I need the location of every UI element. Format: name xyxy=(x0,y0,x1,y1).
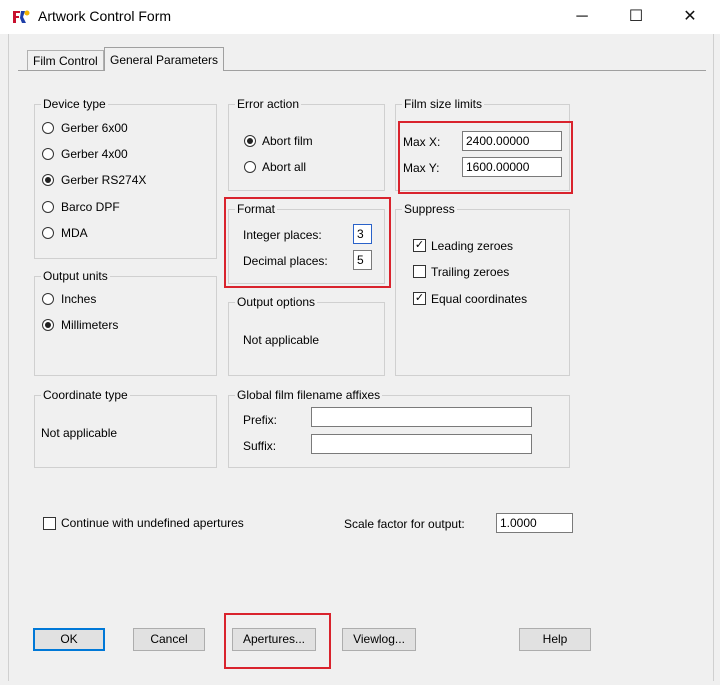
tab-general-parameters[interactable]: General Parameters xyxy=(104,47,225,71)
close-button[interactable]: ✕ xyxy=(668,4,712,30)
radio-gerber-rs274x[interactable] xyxy=(42,174,54,186)
radio-abort-film[interactable] xyxy=(244,135,256,147)
radio-gerber-6x00[interactable] xyxy=(42,122,54,134)
inches-label: Inches xyxy=(61,292,97,306)
global-affixes-label: Global film filename affixes xyxy=(235,388,383,402)
radio-gerber-4x00[interactable] xyxy=(42,148,54,160)
device-type-label: Device type xyxy=(41,97,108,111)
gerber-rs274x-label: Gerber RS274X xyxy=(61,173,147,187)
global-affixes-group: Global film filename affixes xyxy=(228,388,570,468)
prefix-label: Prefix: xyxy=(243,413,278,427)
gerber-4x00-label: Gerber 4x00 xyxy=(61,147,128,161)
continue-undefined-label: Continue with undefined apertures xyxy=(61,516,244,530)
suffix-label: Suffix: xyxy=(243,439,277,453)
error-action-label: Error action xyxy=(235,97,302,111)
radio-inches[interactable] xyxy=(42,293,54,305)
help-button[interactable]: Help xyxy=(519,628,591,651)
trailing-zeroes-label: Trailing zeroes xyxy=(431,265,510,279)
minimize-button[interactable]: ─ xyxy=(560,4,604,30)
maximize-button[interactable]: ☐ xyxy=(614,4,658,30)
viewlog-button[interactable]: Viewlog... xyxy=(342,628,416,651)
highlight-film-size xyxy=(398,121,573,194)
window-title: Artwork Control Form xyxy=(38,8,172,24)
ok-button[interactable]: OK xyxy=(33,628,105,651)
leading-zeroes-checkbox[interactable]: ✓ xyxy=(413,239,426,252)
highlight-format xyxy=(224,197,391,288)
scale-factor-input[interactable]: 1.0000 xyxy=(496,513,573,533)
scale-factor-label: Scale factor for output: xyxy=(344,517,465,531)
output-options-value: Not applicable xyxy=(243,333,320,347)
radio-millimeters[interactable] xyxy=(42,319,54,331)
gerber-6x00-label: Gerber 6x00 xyxy=(61,121,128,135)
app-icon xyxy=(12,9,30,25)
radio-barco-dpf[interactable] xyxy=(42,201,54,213)
millimeters-label: Millimeters xyxy=(61,318,119,332)
highlight-apertures xyxy=(224,613,331,669)
cancel-button[interactable]: Cancel xyxy=(133,628,205,651)
output-units-label: Output units xyxy=(41,269,110,283)
equal-coordinates-checkbox[interactable]: ✓ xyxy=(413,292,426,305)
suppress-label: Suppress xyxy=(402,202,457,216)
mda-label: MDA xyxy=(61,226,88,240)
equal-coordinates-label: Equal coordinates xyxy=(431,292,528,306)
film-size-label: Film size limits xyxy=(402,97,484,111)
suffix-input[interactable] xyxy=(311,434,532,454)
abort-all-label: Abort all xyxy=(262,160,307,174)
prefix-input[interactable] xyxy=(311,407,532,427)
radio-mda[interactable] xyxy=(42,227,54,239)
tab-film-control[interactable]: Film Control xyxy=(27,50,104,71)
output-options-label: Output options xyxy=(235,295,318,309)
coordinate-type-label: Coordinate type xyxy=(41,388,130,402)
coordinate-type-value: Not applicable xyxy=(41,426,118,440)
trailing-zeroes-checkbox[interactable] xyxy=(413,265,426,278)
leading-zeroes-label: Leading zeroes xyxy=(431,239,514,253)
continue-undefined-checkbox[interactable] xyxy=(43,517,56,530)
barco-dpf-label: Barco DPF xyxy=(61,200,120,214)
title-bar: Artwork Control Form ─ ☐ ✕ xyxy=(0,0,720,34)
abort-film-label: Abort film xyxy=(262,134,313,148)
radio-abort-all[interactable] xyxy=(244,161,256,173)
